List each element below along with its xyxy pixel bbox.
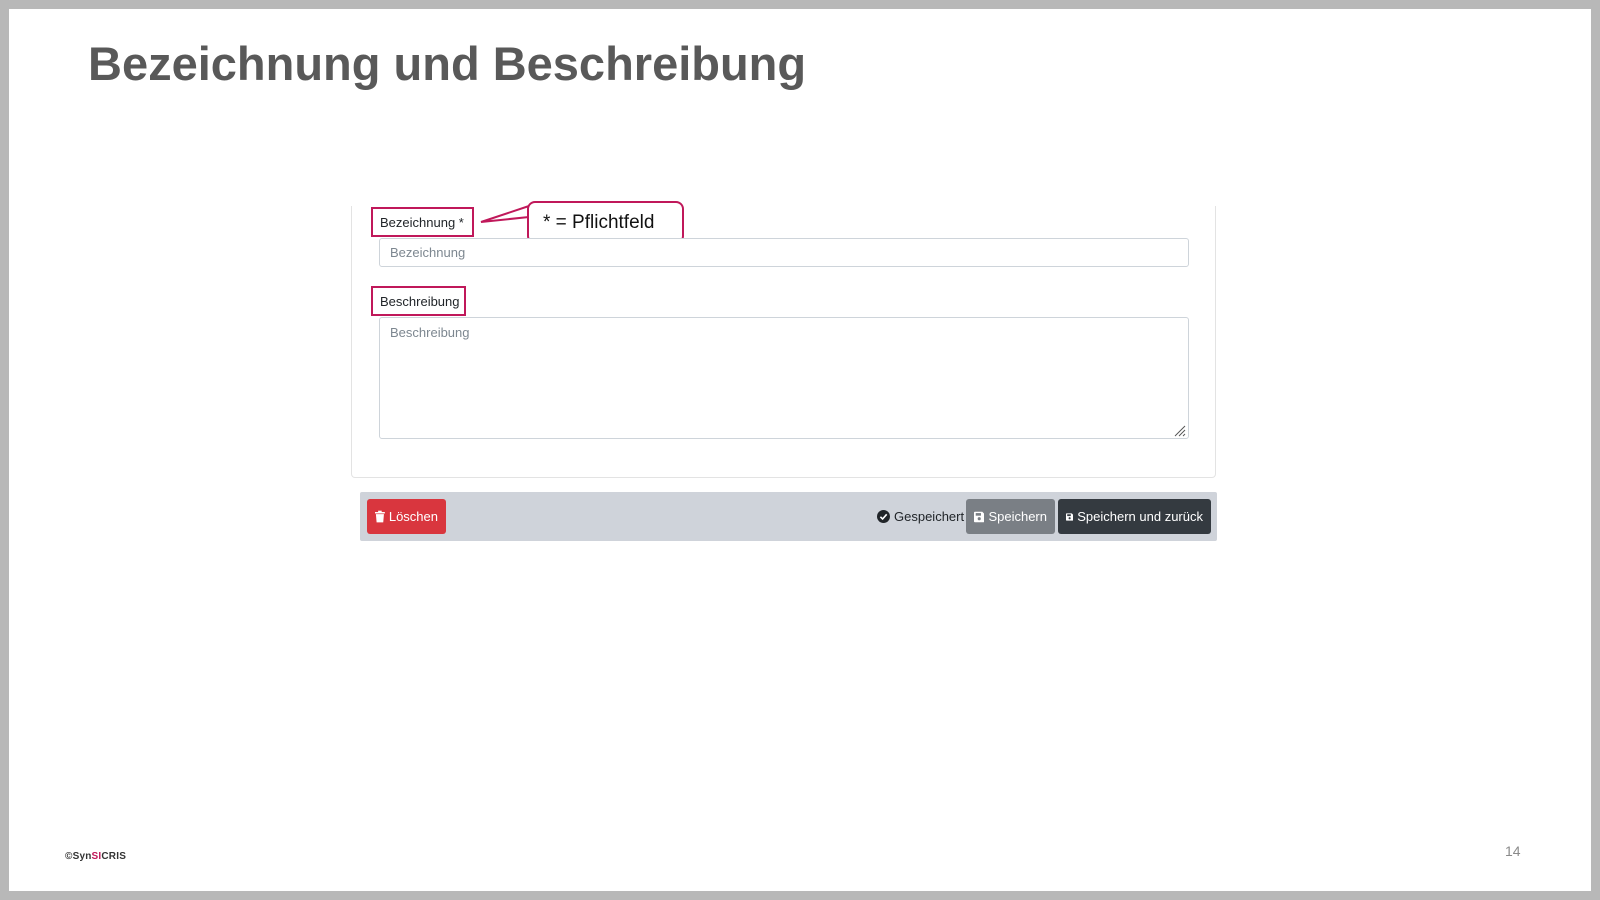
name-input[interactable] xyxy=(379,238,1189,267)
name-field-label: Bezeichnung * xyxy=(371,207,474,237)
check-circle-icon xyxy=(877,510,890,523)
footer-copyright: ©SynSICRIS xyxy=(65,851,126,862)
save-and-back-button[interactable]: Speichern und zurück xyxy=(1058,499,1211,534)
copyright-symbol: © xyxy=(65,851,73,862)
brand-prefix: Syn xyxy=(72,851,92,862)
delete-button-label: Löschen xyxy=(388,509,438,524)
brand-suffix: CRIS xyxy=(101,851,127,862)
saved-status: Gespeichert xyxy=(877,499,964,534)
page-number: 14 xyxy=(1505,843,1521,859)
floppy-disk-icon xyxy=(974,511,985,522)
delete-button[interactable]: Löschen xyxy=(367,499,446,534)
description-textarea[interactable] xyxy=(379,317,1189,439)
description-field-label: Beschreibung xyxy=(371,286,466,316)
save-button-label: Speichern xyxy=(988,509,1047,524)
trash-icon xyxy=(375,510,385,523)
brand-accent: SI xyxy=(91,851,102,862)
callout-pointer xyxy=(480,205,530,223)
saved-status-label: Gespeichert xyxy=(894,509,965,524)
resize-grip-icon[interactable] xyxy=(1173,424,1186,437)
slide-title: Bezeichnung und Beschreibung xyxy=(88,37,807,90)
save-and-back-button-label: Speichern und zurück xyxy=(1077,509,1203,524)
save-button[interactable]: Speichern xyxy=(966,499,1055,534)
floppy-disk-icon xyxy=(1066,512,1074,521)
